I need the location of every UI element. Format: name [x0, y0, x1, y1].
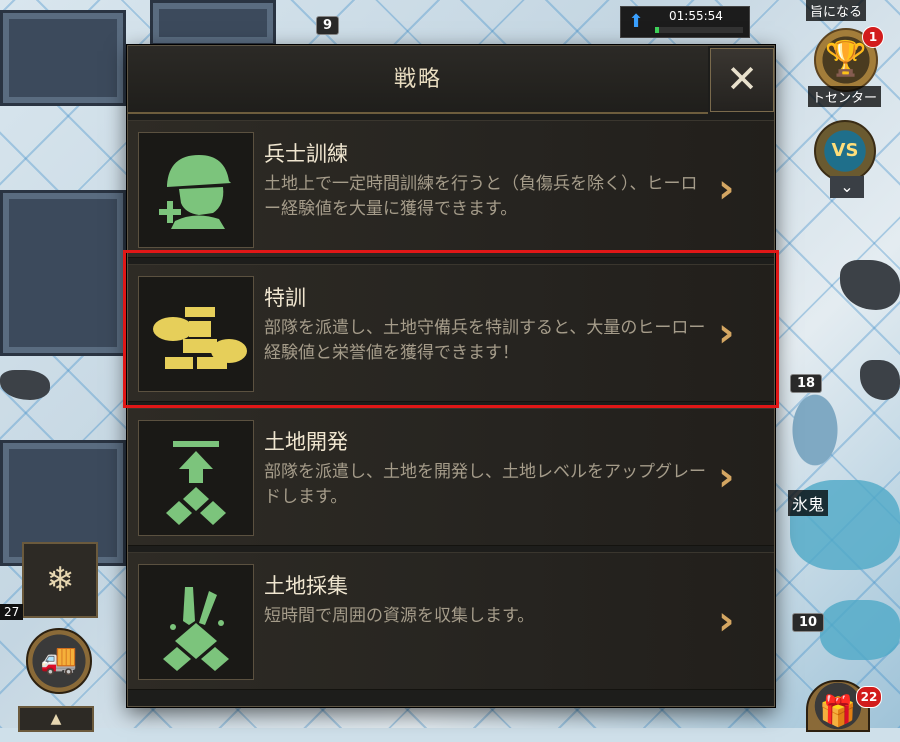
- bottom-left-button[interactable]: ▲: [18, 706, 94, 732]
- strategy-item-soldier-training[interactable]: 兵士訓練 土地上で一定時間訓練を行うと（負傷兵を除く）、ヒーロー経験値を大量に獲…: [128, 120, 774, 258]
- chevron-down-icon[interactable]: ⌄: [830, 176, 864, 198]
- item-title: 土地採集: [264, 574, 348, 598]
- soldier-training-icon: [138, 132, 254, 248]
- gift-notification-badge: 22: [856, 686, 882, 708]
- map-building[interactable]: [150, 0, 276, 46]
- dialog-title: 戦略: [393, 67, 442, 92]
- item-description: 部隊を派遣し、土地を開発し、土地レベルをアップグレードします。: [264, 462, 706, 507]
- map-building[interactable]: [0, 190, 126, 356]
- item-title: 土地開発: [264, 430, 348, 454]
- timer-text: 01:55:54: [669, 9, 723, 23]
- map-rock: [840, 260, 900, 310]
- chevron-right-icon[interactable]: ›: [718, 454, 734, 500]
- chevron-right-icon[interactable]: ›: [718, 598, 734, 644]
- snowflake-gear-icon[interactable]: ❄: [22, 542, 98, 618]
- march-timer[interactable]: ⬆ 01:55:54: [620, 6, 750, 38]
- map-level-badge[interactable]: 9: [316, 16, 340, 35]
- left-value: 27: [0, 604, 24, 620]
- close-icon[interactable]: ✕: [710, 48, 774, 112]
- timer-progress-bar: [655, 27, 743, 33]
- trophy-notification-badge: 1: [862, 26, 884, 48]
- map-level-badge[interactable]: 10: [792, 613, 825, 632]
- map-rock: [0, 370, 50, 400]
- land-gathering-icon: [138, 564, 254, 680]
- land-development-icon: [138, 420, 254, 536]
- top-right-label: 旨になる: [806, 0, 867, 21]
- truck-icon[interactable]: 🚚: [26, 628, 92, 694]
- trophy-label[interactable]: トセンター: [808, 86, 882, 107]
- chevron-right-icon[interactable]: ›: [718, 166, 734, 212]
- item-description: 短時間で周囲の資源を収集します。: [264, 606, 535, 626]
- strategy-item-land-development[interactable]: 土地開発 部隊を派遣し、土地を開発し、土地レベルをアップグレードします。 ›: [128, 408, 774, 546]
- map-building[interactable]: [0, 10, 126, 106]
- up-arrow-icon: ⬆: [628, 11, 644, 32]
- ice-monster-sprite[interactable]: [780, 375, 850, 485]
- monster-name-label: 氷鬼: [788, 490, 829, 516]
- map-rock: [860, 360, 900, 400]
- item-title: 兵士訓練: [264, 142, 348, 166]
- strategy-item-land-gathering[interactable]: 土地採集 短時間で周囲の資源を収集します。 ›: [128, 552, 774, 690]
- selection-highlight: [123, 250, 779, 408]
- map-water: [820, 600, 900, 660]
- vs-icon[interactable]: VS: [814, 120, 876, 182]
- item-description: 土地上で一定時間訓練を行うと（負傷兵を除く）、ヒーロー経験値を大量に獲得できます…: [264, 174, 698, 219]
